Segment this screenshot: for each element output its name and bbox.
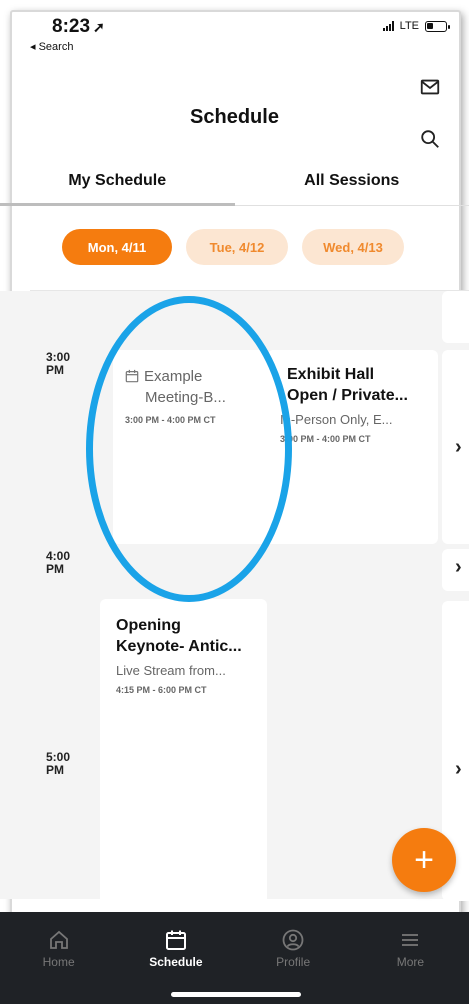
session-card-exhibit-hall[interactable]: Exhibit Hall Open / Private... In-Person… [267, 350, 438, 544]
session-title: Exhibit Hall [287, 366, 375, 383]
home-indicator [171, 992, 301, 997]
session-title-line2: Open / Private... [287, 387, 408, 404]
tab-my-schedule[interactable]: My Schedule [0, 160, 235, 206]
session-card-opening-keynote[interactable]: Opening Keynote- Antic... Live Stream fr… [100, 599, 267, 919]
back-to-search-link[interactable]: ◂ Search [30, 40, 73, 53]
home-icon [49, 930, 68, 949]
previous-session-card[interactable] [442, 291, 469, 343]
status-time: 8:23 ➚ [52, 16, 105, 37]
date-selector: Mon, 4/11 Tue, 4/12 Wed, 4/13 [62, 229, 404, 265]
tabbar-item-schedule[interactable]: Schedule [117, 912, 234, 1004]
bottom-tab-bar: Home Schedule Profile More [0, 912, 469, 1004]
page-title: Schedule [190, 106, 279, 128]
time-label-4pm: 4:00 PM [46, 549, 71, 576]
carrier-label: LTE [399, 20, 419, 32]
tabbar-item-home[interactable]: Home [0, 912, 117, 1004]
tab-all-sessions[interactable]: All Sessions [235, 160, 469, 205]
session-subtitle: Live Stream from... [116, 663, 226, 678]
session-time: 4:15 PM - 6:00 PM CT [116, 685, 207, 695]
chevron-right-icon[interactable]: › [455, 436, 462, 459]
signal-icon [382, 21, 394, 31]
mail-icon[interactable] [419, 76, 441, 98]
tabbar-label: Schedule [149, 955, 203, 969]
tabbar-label: Profile [276, 955, 311, 969]
status-indicators: LTE [382, 20, 450, 32]
calendar-icon [165, 930, 186, 950]
date-chip-wed[interactable]: Wed, 4/13 [302, 229, 404, 265]
date-chip-tue[interactable]: Tue, 4/12 [186, 229, 288, 265]
session-subtitle: In-Person Only, E... [280, 412, 393, 427]
time-label-5pm: 5:00 PM [46, 750, 71, 777]
profile-icon [282, 929, 304, 951]
search-icon[interactable] [419, 128, 441, 150]
menu-icon [402, 934, 419, 946]
tabbar-label: Home [42, 955, 75, 969]
date-chip-mon[interactable]: Mon, 4/11 [62, 229, 172, 265]
session-title-line2: Keynote- Antic... [116, 638, 242, 655]
session-time: 3:00 PM - 4:00 PM CT [280, 434, 371, 444]
tabbar-item-more[interactable]: More [352, 912, 469, 1004]
location-arrow-icon: ➚ [93, 19, 105, 35]
tabbar-item-profile[interactable]: Profile [235, 912, 352, 1004]
add-session-button[interactable]: + [392, 828, 456, 892]
schedule-tabs: My Schedule All Sessions [0, 160, 469, 206]
chevron-right-icon[interactable]: › [455, 758, 462, 781]
chevron-right-icon[interactable]: › [455, 556, 462, 579]
highlight-ellipse [86, 296, 292, 602]
battery-icon [425, 20, 450, 32]
tabbar-label: More [396, 955, 425, 969]
session-title: Opening [116, 617, 181, 634]
time-label-3pm: 3:00 PM [46, 350, 71, 377]
